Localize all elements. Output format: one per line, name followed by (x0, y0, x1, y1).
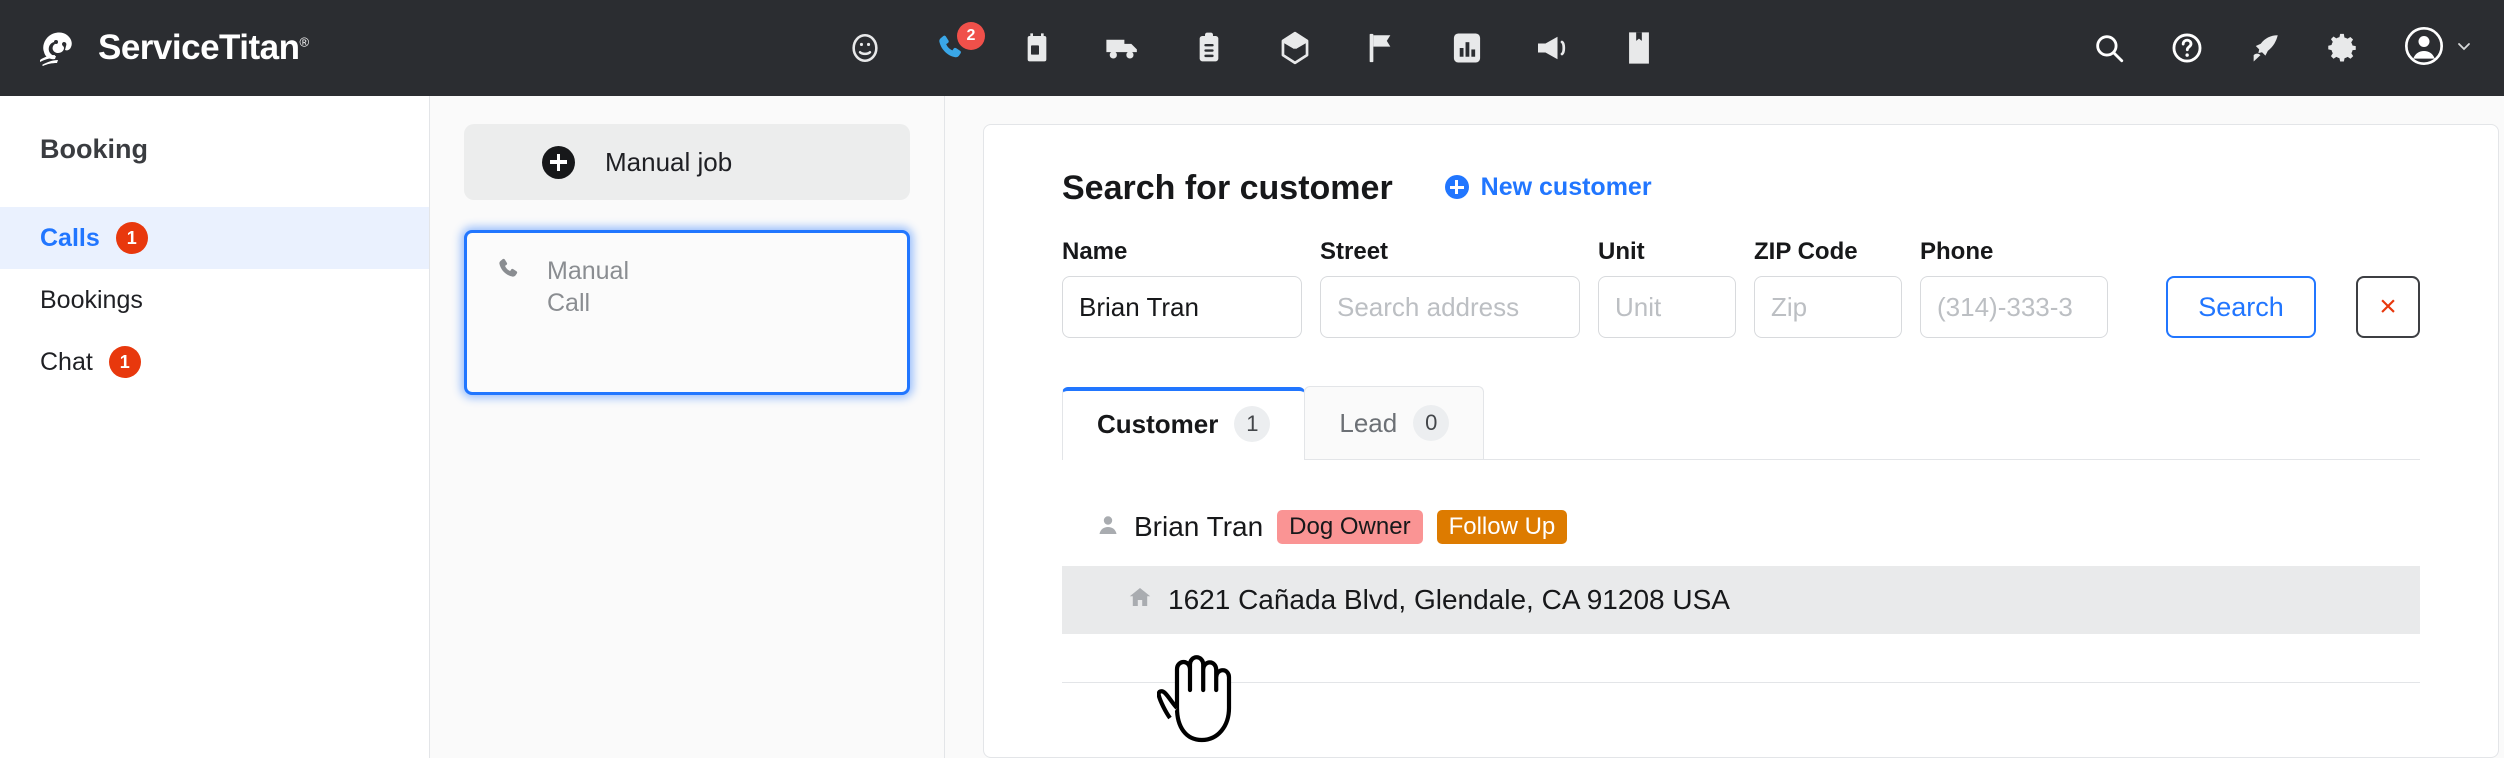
top-right-icon-group (2092, 26, 2474, 71)
top-nav-icon-group: 2 (843, 22, 1661, 70)
nav-bookmark-book[interactable] (1617, 26, 1661, 70)
nav-megaphone-ads[interactable] (1531, 26, 1575, 70)
help-question-icon[interactable] (2170, 31, 2204, 65)
zip-field-group: ZIP Code (1754, 238, 1902, 338)
manual-job-button[interactable]: Manual job (464, 124, 910, 200)
search-button[interactable]: Search (2166, 276, 2316, 338)
name-field-group: Name (1062, 238, 1302, 338)
main-content-column: Search for customer New customer Name St… (945, 96, 2504, 758)
calls-panel: Manual job Manual Call (430, 96, 945, 758)
manual-call-card[interactable]: Manual Call (464, 230, 910, 395)
nav-phone-calls[interactable]: 2 (929, 22, 985, 70)
call-card-line2: Call (547, 289, 591, 317)
chevron-down-icon (2454, 36, 2474, 61)
nav-reports-chart[interactable] (1445, 26, 1489, 70)
street-label: Street (1320, 238, 1389, 265)
clear-search-button[interactable]: × (2356, 276, 2420, 338)
manual-job-label: Manual job (605, 146, 733, 177)
call-card-line1: Manual (547, 257, 629, 285)
name-label: Name (1062, 238, 1128, 265)
zip-input[interactable] (1754, 276, 1902, 338)
unit-field-group: Unit (1598, 238, 1736, 338)
plus-circle-blue-icon (1444, 175, 1469, 199)
search-form-row: Name Street Unit ZIP Code Phone (1062, 238, 2420, 338)
nav-calendar[interactable] (1015, 26, 1059, 70)
nav-flag-marketing[interactable] (1359, 26, 1403, 70)
new-customer-label: New customer (1480, 172, 1652, 201)
tag-follow-up: Follow Up (1436, 510, 1568, 544)
rocket-icon[interactable] (2248, 31, 2282, 65)
avatar-icon (2404, 26, 2444, 71)
page-body: Booking Calls 1 Bookings Chat 1 Manual j… (0, 96, 2504, 758)
nav-truck-dispatch[interactable] (1101, 26, 1145, 70)
tab-lead-count: 0 (1413, 405, 1450, 441)
result-customer-name: Brian Tran (1134, 511, 1264, 542)
sidebar-item-chat[interactable]: Chat 1 (0, 331, 429, 393)
phone-input[interactable] (1920, 276, 2108, 338)
phone-icon (495, 255, 523, 370)
sidebar-chat-badge: 1 (108, 346, 141, 378)
search-icon[interactable] (2092, 31, 2126, 65)
name-input[interactable] (1062, 276, 1302, 338)
unit-label: Unit (1598, 238, 1645, 265)
nav-inventory-box[interactable] (1273, 26, 1317, 70)
search-header: Search for customer New customer (1062, 169, 2420, 208)
tab-lead[interactable]: Lead 0 (1304, 386, 1485, 459)
unit-input[interactable] (1598, 276, 1736, 338)
sidebar-item-calls[interactable]: Calls 1 (0, 207, 429, 269)
manual-call-card-text: Manual Call (547, 255, 629, 370)
nav-phone-badge: 2 (957, 22, 985, 50)
sidebar-item-label: Calls (40, 223, 100, 252)
tag-dog-owner: Dog Owner (1277, 510, 1423, 544)
plus-circle-icon (542, 145, 575, 179)
result-customer-row[interactable]: Brian Tran Dog Owner Follow Up (1062, 510, 2420, 544)
new-customer-link[interactable]: New customer (1444, 172, 1652, 202)
customer-search-card: Search for customer New customer Name St… (983, 124, 2499, 758)
person-icon (1096, 513, 1120, 542)
sidebar-item-bookings[interactable]: Bookings (0, 269, 429, 331)
result-address-row[interactable]: 1621 Cañada Blvd, Glendale, CA 91208 USA (1062, 566, 2420, 634)
phone-field-group: Phone (1920, 238, 2108, 338)
zip-label: ZIP Code (1754, 238, 1858, 265)
tab-customer[interactable]: Customer 1 (1062, 387, 1306, 460)
page-title: Booking (40, 134, 148, 164)
street-field-group: Street (1320, 238, 1580, 338)
brand-name: ServiceTitan® (98, 28, 310, 67)
nav-clipboard-jobs[interactable] (1187, 26, 1231, 70)
tab-customer-label: Customer (1097, 408, 1219, 439)
left-sidebar: Booking Calls 1 Bookings Chat 1 (0, 96, 430, 758)
brand-logo-area[interactable]: ServiceTitan® (32, 22, 309, 74)
results-tabs: Customer 1 Lead 0 (1062, 386, 2420, 460)
tab-lead-label: Lead (1339, 407, 1398, 438)
nav-dashboard-gauge[interactable] (843, 26, 887, 70)
gear-icon[interactable] (2326, 31, 2360, 65)
phone-label: Phone (1920, 238, 1994, 265)
street-input[interactable] (1320, 276, 1580, 338)
registered-mark: ® (299, 34, 310, 50)
sidebar-calls-badge: 1 (115, 222, 148, 254)
search-title: Search for customer (1062, 169, 1393, 207)
tab-customer-count: 1 (1234, 406, 1271, 442)
home-icon (1128, 584, 1152, 616)
sidebar-item-label: Chat (40, 347, 93, 376)
top-navigation-bar: ServiceTitan® 2 (0, 0, 2504, 96)
sidebar-item-label: Bookings (40, 285, 143, 314)
results-divider (1062, 682, 2420, 683)
titan-head-logo-icon (32, 22, 84, 74)
user-menu[interactable] (2404, 26, 2474, 71)
result-address-text: 1621 Cañada Blvd, Glendale, CA 91208 USA (1168, 584, 1730, 615)
